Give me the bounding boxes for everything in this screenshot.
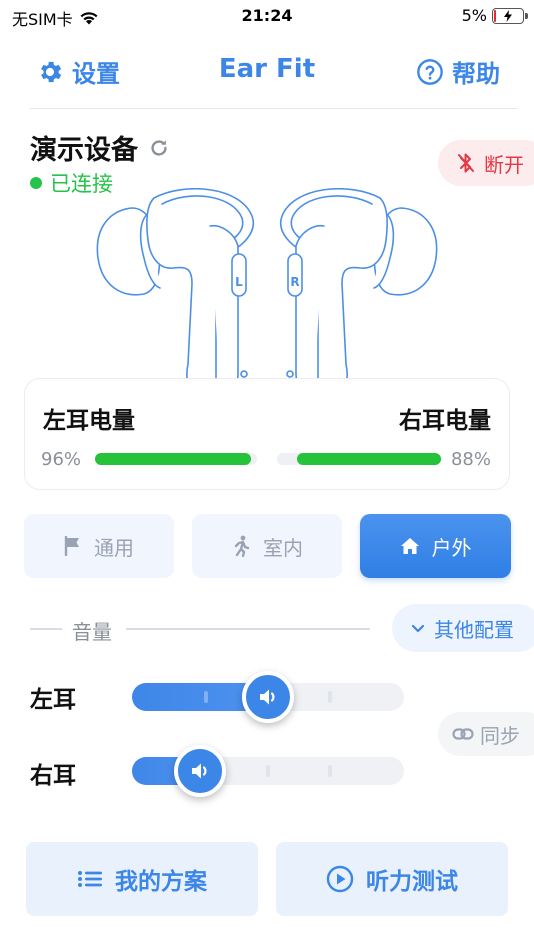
right-battery-title: 右耳电量 bbox=[399, 408, 491, 434]
volume-divider-left bbox=[30, 628, 62, 630]
mode-indoor-label: 室内 bbox=[263, 535, 303, 560]
disconnect-button[interactable]: 断开 bbox=[438, 140, 534, 186]
other-config-label: 其他配置 bbox=[434, 617, 514, 642]
help-circle-icon bbox=[417, 58, 443, 85]
right-ear-volume-label: 右耳 bbox=[30, 763, 76, 789]
right-battery-fill bbox=[296, 453, 441, 465]
battery-card: 左耳电量 右耳电量 96% 88% bbox=[24, 378, 510, 490]
mode-general-button[interactable]: 通用 bbox=[24, 514, 174, 578]
refresh-icon[interactable] bbox=[148, 137, 170, 159]
walking-icon bbox=[234, 535, 250, 557]
left-battery-percent: 96% bbox=[41, 449, 82, 470]
device-name-label: 演示设备 bbox=[30, 135, 138, 166]
left-battery-bar bbox=[95, 453, 257, 465]
sync-button[interactable]: 同步 bbox=[438, 712, 534, 756]
mode-outdoor-label: 户外 bbox=[431, 535, 472, 560]
battery-icon bbox=[492, 7, 528, 24]
flag-icon bbox=[64, 536, 79, 556]
clock: 21:24 bbox=[241, 6, 293, 25]
svg-text:R: R bbox=[290, 275, 299, 289]
battery-status: 5% bbox=[461, 6, 528, 25]
mode-general-label: 通用 bbox=[94, 535, 134, 560]
other-config-button[interactable]: 其他配置 bbox=[392, 604, 534, 652]
right-battery-percent: 88% bbox=[450, 449, 491, 470]
right-volume-tick bbox=[266, 765, 270, 777]
left-battery-title: 左耳电量 bbox=[43, 408, 135, 434]
volume-divider-right bbox=[126, 628, 370, 630]
home-icon bbox=[400, 538, 419, 554]
bluetooth-off-icon bbox=[458, 153, 474, 173]
device-name: 演示设备 bbox=[30, 128, 170, 167]
mode-outdoor-button[interactable]: 户外 bbox=[360, 514, 511, 578]
help-label: 帮助 bbox=[452, 60, 500, 88]
left-volume-handle[interactable] bbox=[242, 671, 294, 723]
right-battery-bar bbox=[277, 453, 441, 465]
status-bar: 无SIM卡 21:24 5% bbox=[0, 0, 534, 32]
disconnect-label: 断开 bbox=[484, 152, 524, 177]
nav-divider bbox=[30, 108, 518, 109]
speaker-icon bbox=[260, 689, 275, 705]
list-icon bbox=[78, 871, 102, 887]
left-volume-slider[interactable] bbox=[132, 671, 404, 723]
speaker-icon bbox=[192, 763, 207, 779]
svg-text:L: L bbox=[235, 275, 243, 289]
chevron-down-icon bbox=[411, 624, 425, 633]
my-plans-label: 我的方案 bbox=[115, 869, 207, 895]
connected-dot-icon bbox=[30, 177, 42, 189]
sync-label: 同步 bbox=[480, 723, 520, 748]
link-icon bbox=[452, 728, 474, 740]
nav-bar: 设置 Ear Fit 帮助 bbox=[0, 42, 534, 98]
hearing-test-label: 听力测试 bbox=[366, 869, 458, 895]
left-ear-volume-label: 左耳 bbox=[30, 687, 76, 713]
left-battery-fill bbox=[95, 453, 251, 465]
mode-selector: 通用 室内 户外 bbox=[24, 514, 512, 578]
my-plans-button[interactable]: 我的方案 bbox=[26, 842, 258, 916]
volume-section-label: 音量 bbox=[72, 620, 112, 644]
left-volume-tick bbox=[328, 691, 332, 703]
hearing-test-button[interactable]: 听力测试 bbox=[276, 842, 508, 916]
earbuds-illustration: L R bbox=[96, 188, 438, 396]
play-circle-icon bbox=[326, 865, 354, 893]
help-button[interactable]: 帮助 bbox=[416, 54, 500, 89]
right-volume-tick bbox=[328, 765, 332, 777]
battery-percent: 5% bbox=[461, 6, 487, 25]
left-volume-tick bbox=[204, 691, 208, 703]
mode-indoor-button[interactable]: 室内 bbox=[192, 514, 342, 578]
right-volume-slider[interactable] bbox=[132, 745, 404, 797]
right-volume-handle[interactable] bbox=[174, 745, 226, 797]
